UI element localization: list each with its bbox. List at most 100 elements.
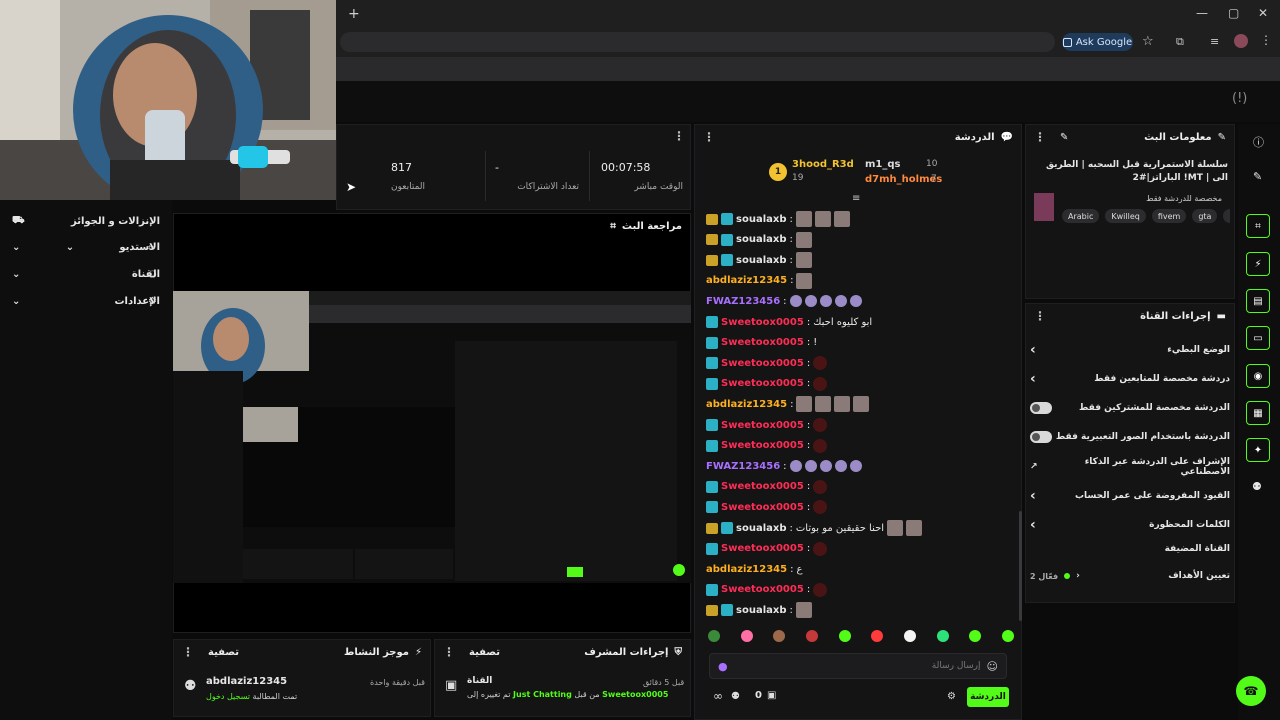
emote-icon[interactable] bbox=[814, 211, 831, 227]
emote-icon[interactable] bbox=[833, 211, 850, 227]
emote-icon[interactable] bbox=[1001, 630, 1014, 642]
category-thumbnail[interactable] bbox=[1034, 193, 1054, 221]
rail-layout-icon[interactable]: ▦ bbox=[1246, 401, 1270, 425]
chat-username[interactable]: FWAZ123456 bbox=[706, 296, 780, 307]
info-icon[interactable]: ⓘ bbox=[1253, 134, 1264, 150]
expand-icon[interactable]: ≡ bbox=[852, 193, 860, 204]
emote-icon[interactable] bbox=[813, 376, 828, 391]
emote-icon[interactable] bbox=[773, 630, 786, 642]
settings-icon[interactable]: ⚉ bbox=[731, 691, 740, 702]
goals-row[interactable]: تعيين الأهداف فعّال 2 › bbox=[1030, 565, 1230, 587]
chat-username[interactable]: Sweetoox0005 bbox=[721, 481, 804, 492]
extensions-icon[interactable]: ⧉ bbox=[1176, 35, 1184, 49]
media-icon[interactable]: ≡ bbox=[1210, 35, 1219, 48]
emote-icon[interactable] bbox=[804, 460, 817, 473]
rail-broadcast-icon[interactable]: ◉ bbox=[1246, 364, 1270, 388]
chat-username[interactable]: soualaxb bbox=[736, 523, 786, 534]
chat-username[interactable]: abdlaziz12345 bbox=[706, 399, 787, 410]
emote-icon[interactable] bbox=[789, 295, 802, 308]
chat-menu-icon[interactable]: ⋮ bbox=[703, 130, 715, 144]
emote-icon[interactable] bbox=[834, 396, 851, 413]
edit-icon[interactable]: ✎ bbox=[1060, 132, 1068, 143]
emote-icon[interactable] bbox=[853, 396, 870, 413]
chat-username[interactable]: soualaxb bbox=[736, 605, 786, 616]
activity-desc-link[interactable]: تسجيل دخول bbox=[206, 692, 250, 701]
rail-wrench-icon[interactable]: ✦ bbox=[1246, 438, 1270, 462]
bookmark-star-icon[interactable]: ☆ bbox=[1142, 34, 1154, 49]
emote-icon[interactable] bbox=[849, 295, 862, 308]
leader-name[interactable]: 3hood_R3d bbox=[792, 159, 854, 170]
channel-action-row[interactable]: الإشراف على الدردشة عبر الذكاء الاصطناعي… bbox=[1030, 456, 1230, 478]
nav-item-channel[interactable]: القناة ⌄ bbox=[0, 261, 172, 287]
emote-icon[interactable] bbox=[834, 295, 847, 308]
emote-icon[interactable] bbox=[815, 396, 832, 413]
tag[interactable]: fivem bbox=[1151, 209, 1187, 223]
emote-icon[interactable] bbox=[805, 630, 818, 642]
chat-username[interactable]: FWAZ123456 bbox=[706, 461, 780, 472]
channel-action-row[interactable]: دردشة مخصصة للمتابعين فقط › bbox=[1030, 368, 1230, 390]
emote-icon[interactable] bbox=[813, 500, 828, 515]
ask-google-button[interactable]: Ask Google bbox=[1062, 33, 1133, 51]
channel-action-row[interactable]: الدردشة باستخدام الصور التعبيرية فقط bbox=[1030, 426, 1230, 448]
tag[interactable]: gta bbox=[1192, 209, 1218, 223]
modactions-menu-icon[interactable]: ⋮ bbox=[443, 645, 455, 659]
activity-menu-icon[interactable]: ⋮ bbox=[182, 645, 194, 659]
chat-username[interactable]: Sweetoox0005 bbox=[721, 584, 804, 595]
chat-username[interactable]: Sweetoox0005 bbox=[721, 543, 804, 554]
emote-icon[interactable] bbox=[969, 630, 982, 642]
points-icon[interactable]: ∞ bbox=[713, 689, 723, 703]
emote-icon[interactable] bbox=[813, 541, 828, 556]
emote-icon[interactable] bbox=[819, 460, 832, 473]
chat-username[interactable]: Sweetoox0005 bbox=[721, 337, 804, 348]
modaction-user[interactable]: Sweetoox0005 bbox=[602, 690, 668, 699]
gear-icon[interactable]: ⚙ bbox=[947, 691, 956, 702]
emote-icon[interactable] bbox=[708, 630, 720, 642]
chat-username[interactable]: soualaxb bbox=[736, 214, 786, 225]
emote-icon[interactable] bbox=[813, 418, 828, 432]
support-button[interactable]: ☎ bbox=[1236, 676, 1266, 706]
nav-item-studio[interactable]: ⌄ الاستديو ⌄ bbox=[0, 234, 172, 260]
chat-username[interactable]: Sweetoox0005 bbox=[721, 317, 804, 328]
minimize-button[interactable]: — bbox=[1196, 6, 1208, 20]
activity-user[interactable]: abdlaziz12345 bbox=[206, 676, 287, 687]
emote-icon[interactable] bbox=[740, 630, 753, 642]
chat-username[interactable]: Sweetoox0005 bbox=[721, 358, 804, 369]
emote-icon[interactable] bbox=[813, 582, 828, 597]
maximize-button[interactable]: ▢ bbox=[1228, 6, 1239, 20]
rail-chat-icon[interactable]: ▭ bbox=[1246, 326, 1270, 350]
emote-icon[interactable] bbox=[804, 295, 817, 308]
channel-action-row[interactable]: الدردشة مخصصة للمشتركين فقط bbox=[1030, 397, 1230, 419]
chat-username[interactable]: abdlaziz12345 bbox=[706, 564, 787, 575]
nav-item-drops[interactable]: الإنزالات و الجوائز ⛟ bbox=[0, 208, 172, 234]
emote-icon[interactable] bbox=[813, 479, 828, 494]
chat-username[interactable]: Sweetoox0005 bbox=[721, 420, 804, 431]
emote-icon[interactable] bbox=[887, 520, 904, 536]
tag[interactable]: Arabic bbox=[1062, 209, 1100, 223]
emote-icon[interactable] bbox=[936, 630, 949, 642]
users-icon[interactable]: ⚉ bbox=[1252, 480, 1262, 493]
chat-input[interactable]: ● إرسال رسالة ☺ bbox=[709, 653, 1007, 679]
modaction-category[interactable]: Just Chatting bbox=[513, 690, 572, 699]
chat-scrollbar[interactable] bbox=[1019, 511, 1022, 621]
chat-username[interactable]: Sweetoox0005 bbox=[721, 378, 804, 389]
chat-username[interactable]: soualaxb bbox=[736, 255, 786, 266]
url-field[interactable] bbox=[340, 32, 1055, 52]
channel-action-row[interactable]: الوضع البطيء › bbox=[1030, 339, 1230, 361]
emote-icon[interactable] bbox=[795, 252, 812, 269]
tag[interactable]: k bbox=[1223, 209, 1230, 223]
chat-username[interactable]: Sweetoox0005 bbox=[721, 440, 804, 451]
channel-action-row[interactable]: القيود المفروضة على عمر الحساب › bbox=[1030, 485, 1230, 507]
streaminfo-menu-icon[interactable]: ⋮ bbox=[1034, 130, 1046, 144]
emote-icon[interactable] bbox=[834, 460, 847, 473]
emote-icon[interactable] bbox=[795, 602, 812, 619]
leader-name[interactable]: m1_qs bbox=[865, 159, 901, 170]
emote-icon[interactable] bbox=[813, 438, 828, 453]
toggle-switch[interactable] bbox=[1030, 431, 1052, 443]
emote-icon[interactable] bbox=[789, 460, 802, 473]
emote-icon[interactable] bbox=[796, 396, 813, 413]
modactions-filter-button[interactable]: تصفية bbox=[469, 647, 500, 658]
stream-preview-video[interactable] bbox=[173, 291, 691, 583]
activity-filter-button[interactable]: تصفية bbox=[208, 647, 239, 658]
rail-lightning-icon[interactable]: ⚡ bbox=[1246, 252, 1270, 276]
emote-icon[interactable] bbox=[903, 630, 916, 642]
